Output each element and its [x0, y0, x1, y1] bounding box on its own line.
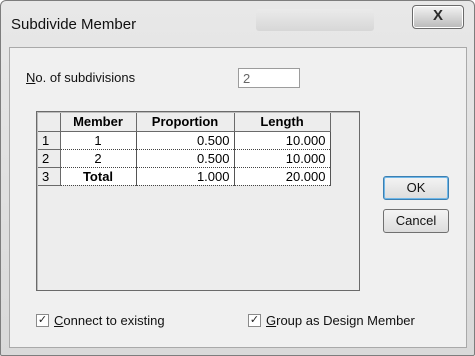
proportion-cell[interactable]: 1.000: [136, 167, 235, 186]
background-window-ghost: [256, 9, 374, 31]
subdivisions-label: No. of subdivisions: [26, 70, 136, 85]
dialog-title: Subdivide Member: [11, 16, 137, 33]
cancel-button[interactable]: Cancel: [383, 209, 449, 233]
length-cell[interactable]: 10.000: [234, 131, 331, 150]
table-row[interactable]: 1 1 0.500 10.000: [38, 131, 331, 150]
member-grid[interactable]: Member Proportion Length 1 1 0.500 10.00…: [36, 111, 360, 291]
table-row[interactable]: 3 Total 1.000 20.000: [38, 167, 331, 186]
header-corner: [38, 113, 61, 132]
member-table: Member Proportion Length 1 1 0.500 10.00…: [38, 113, 331, 186]
header-member: Member: [60, 113, 137, 132]
row-number[interactable]: 3: [38, 167, 61, 186]
length-cell[interactable]: 10.000: [234, 149, 331, 168]
connect-existing-label: Connect to existing: [54, 313, 165, 328]
table-row[interactable]: 2 2 0.500 10.000: [38, 149, 331, 168]
close-icon: X: [432, 7, 443, 24]
header-proportion: Proportion: [136, 113, 235, 132]
group-design-member-checkbox[interactable]: ✓: [248, 314, 261, 327]
close-button[interactable]: X: [412, 5, 464, 29]
connect-existing-checkbox[interactable]: ✓: [36, 314, 49, 327]
proportion-cell[interactable]: 0.500: [136, 149, 235, 168]
table-header-row: Member Proportion Length: [38, 113, 331, 132]
row-number[interactable]: 1: [38, 131, 61, 150]
member-cell[interactable]: Total: [60, 167, 137, 186]
proportion-cell[interactable]: 0.500: [136, 131, 235, 150]
ok-button[interactable]: OK: [383, 176, 449, 200]
subdivide-member-dialog: Subdivide Member X No. of subdivisions 2…: [0, 0, 475, 356]
member-cell[interactable]: 2: [60, 149, 137, 168]
subdivisions-input[interactable]: 2: [238, 68, 300, 88]
dialog-body: No. of subdivisions 2 Member Proportion …: [9, 47, 467, 348]
member-cell[interactable]: 1: [60, 131, 137, 150]
length-cell[interactable]: 20.000: [234, 167, 331, 186]
group-design-member-label: Group as Design Member: [266, 313, 415, 328]
header-length: Length: [234, 113, 331, 132]
title-bar: Subdivide Member X: [1, 1, 474, 47]
row-number[interactable]: 2: [38, 149, 61, 168]
